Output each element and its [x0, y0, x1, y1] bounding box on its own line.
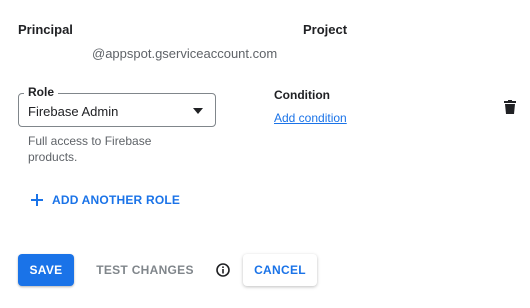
principal-email: @appspot.gserviceaccount.com: [92, 46, 278, 61]
cancel-button[interactable]: CANCEL: [243, 254, 317, 286]
save-button[interactable]: SAVE: [18, 254, 74, 286]
project-header: Project: [303, 22, 348, 37]
plus-icon: [31, 194, 43, 206]
principal-header: Principal: [18, 22, 73, 37]
role-selected-value: Firebase Admin: [28, 104, 119, 119]
trash-icon[interactable]: [504, 100, 516, 114]
role-label: Role: [24, 85, 59, 99]
add-condition-link[interactable]: Add condition: [274, 111, 347, 125]
add-another-role-button[interactable]: ADD ANOTHER ROLE: [30, 193, 180, 207]
role-description: Full access to Firebase products.: [28, 134, 152, 164]
info-icon[interactable]: [216, 263, 230, 277]
test-changes-button[interactable]: TEST CHANGES: [90, 254, 200, 286]
add-another-role-label: ADD ANOTHER ROLE: [52, 193, 181, 207]
chevron-down-icon: [193, 108, 203, 114]
condition-label: Condition: [274, 88, 330, 102]
